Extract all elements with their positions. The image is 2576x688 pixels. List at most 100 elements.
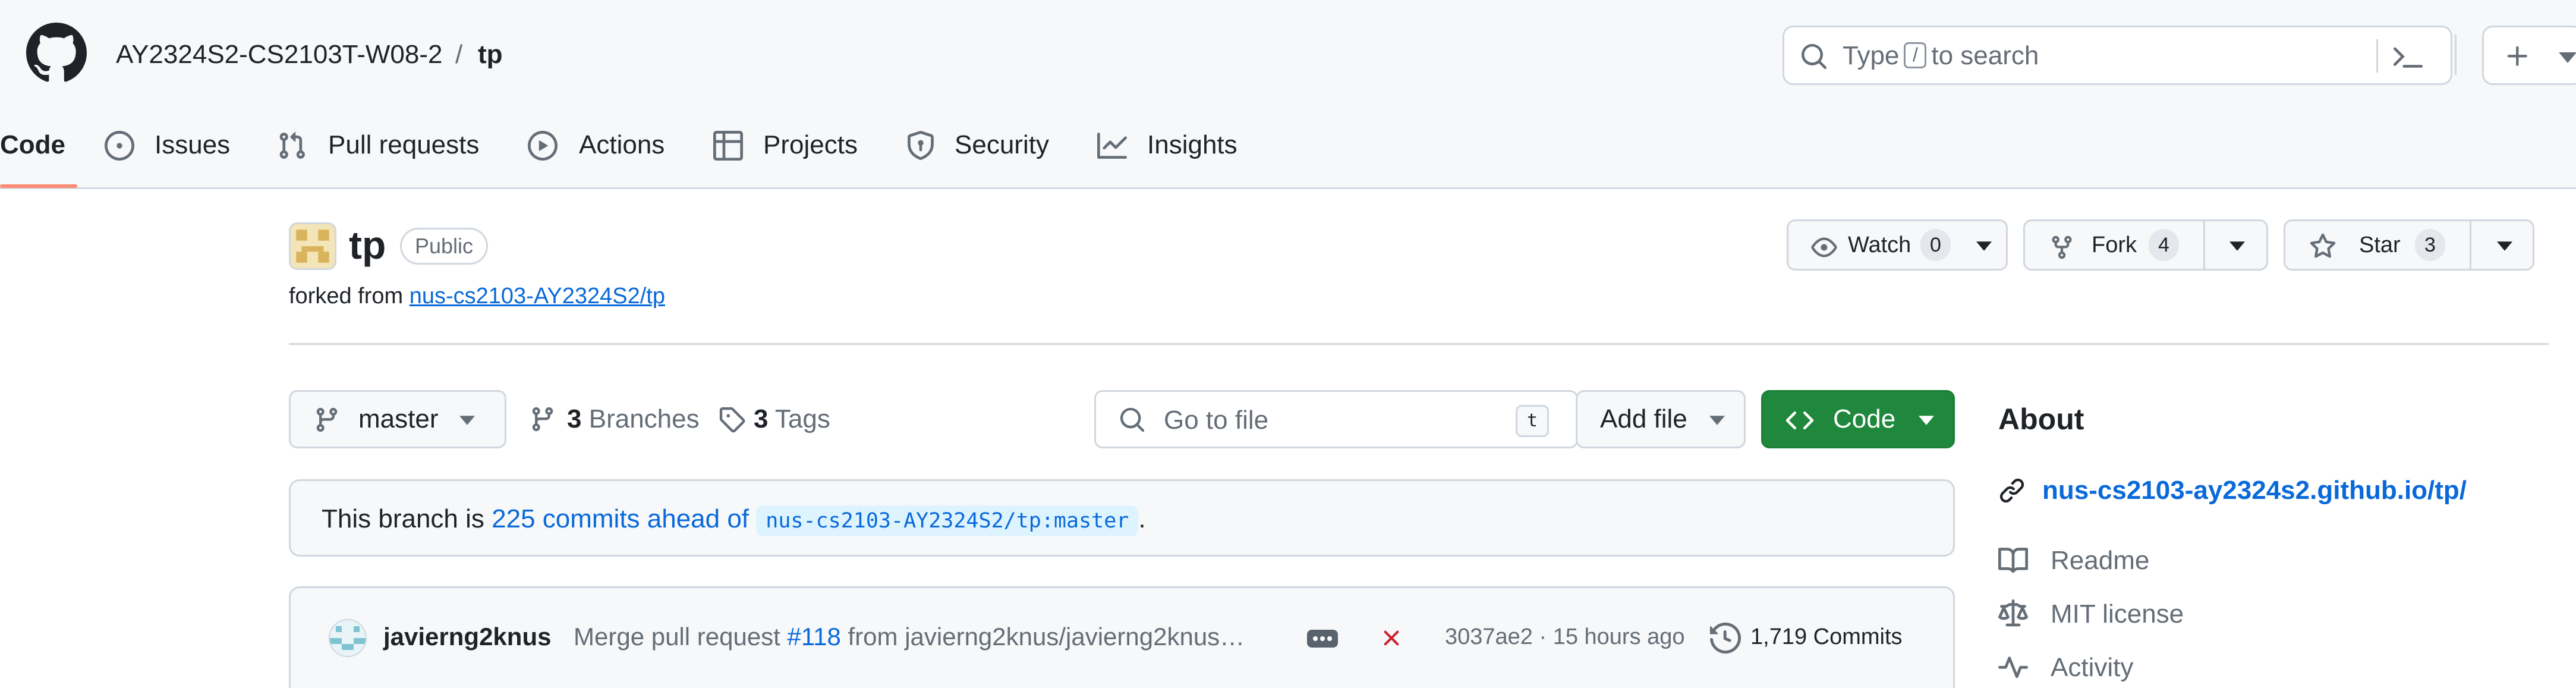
- branches-link[interactable]: 3 Branches: [529, 400, 700, 439]
- branches-count: 3: [567, 404, 582, 433]
- header-divider: [2455, 34, 2457, 75]
- visibility-badge: Public: [400, 228, 489, 265]
- tags-count: 3: [754, 404, 769, 433]
- ellipsis-icon[interactable]: [1307, 630, 1338, 648]
- history-icon: [1710, 623, 1741, 654]
- commit-sha-time[interactable]: 3037ae2 · 15 hours ago: [1445, 619, 1685, 655]
- go-to-file-input[interactable]: Go to file t: [1094, 390, 1578, 448]
- branch-ahead-banner: This branch is 225 commits ahead of nus-…: [289, 479, 1955, 557]
- fork-button-divider: [2203, 221, 2205, 269]
- tab-code[interactable]: Code: [0, 127, 65, 163]
- commits-ahead-link[interactable]: 225 commits ahead of: [492, 504, 749, 533]
- tab-insights[interactable]: Insights: [1097, 127, 1252, 163]
- tab-actions[interactable]: Actions: [528, 127, 670, 163]
- search-input[interactable]: Type / to search: [1783, 26, 2452, 85]
- star-label: Star: [2359, 233, 2401, 257]
- x-status-icon[interactable]: [1378, 625, 1404, 651]
- go-to-file-placeholder: Go to file: [1164, 406, 1269, 435]
- play-icon: [528, 131, 558, 161]
- breadcrumb-separator: /: [455, 40, 463, 69]
- shield-icon: [908, 131, 934, 160]
- triangle-down-icon[interactable]: [2229, 241, 2245, 251]
- t-key-hint: t: [1516, 405, 1549, 437]
- repo-name[interactable]: tp: [349, 220, 386, 270]
- search-placeholder-prefix: Type: [1843, 41, 1900, 70]
- graph-icon: [1097, 133, 1127, 159]
- triangle-down-icon: [1709, 416, 1725, 425]
- app-header: AY2324S2-CS2103T-W08-2 / tp Type / to sear…: [0, 0, 2576, 189]
- repo-owner-avatar[interactable]: [289, 222, 336, 270]
- branch-name: master: [358, 404, 439, 433]
- breadcrumb-repo[interactable]: tp: [478, 39, 503, 70]
- forked-from: forked from nus-cs2103-AY2324S2/tp: [289, 282, 665, 310]
- ahead-suffix: .: [1138, 504, 1146, 533]
- star-button[interactable]: Star 3: [2284, 219, 2534, 271]
- triangle-down-icon[interactable]: [2497, 241, 2512, 251]
- fork-label: Fork: [2092, 233, 2137, 257]
- homepage-link[interactable]: nus-cs2103-ay2324s2.github.io/tp/: [2042, 473, 2467, 508]
- star-button-divider: [2470, 221, 2471, 269]
- license-link[interactable]: MIT license: [2051, 597, 2184, 632]
- tab-label: Projects: [763, 130, 858, 159]
- search-icon: [1800, 42, 1828, 71]
- add-file-button[interactable]: Add file: [1576, 390, 1746, 448]
- upstream-ref[interactable]: nus-cs2103-AY2324S2/tp:master: [756, 505, 1139, 536]
- tab-projects[interactable]: Projects: [713, 127, 868, 163]
- commits-count-link[interactable]: 1,719 Commits: [1750, 619, 1903, 655]
- commit-message-suffix: from javierng2knus/javierng2knus…: [848, 623, 1245, 651]
- tags-link[interactable]: 3 Tags: [718, 400, 830, 439]
- tab-issues[interactable]: Issues: [105, 127, 235, 163]
- triangle-down-icon: [2559, 52, 2576, 63]
- issue-opened-icon: [105, 131, 134, 161]
- avatar[interactable]: [329, 619, 367, 657]
- plus-icon: [2507, 46, 2527, 66]
- git-pull-request-icon: [279, 131, 305, 159]
- pulse-icon: [1998, 656, 2028, 678]
- active-tab-indicator: [0, 184, 77, 188]
- triangle-down-icon: [1919, 416, 1934, 425]
- watch-label: Watch: [1848, 233, 1911, 257]
- commit-author[interactable]: javierng2knus: [383, 619, 551, 655]
- ahead-prefix: This branch is: [322, 504, 484, 533]
- tab-label: Code: [0, 130, 65, 159]
- watch-count: 0: [1920, 229, 1951, 261]
- code-button[interactable]: Code: [1761, 390, 1955, 448]
- about-heading: About: [1998, 403, 2084, 436]
- command-palette-icon[interactable]: [2393, 42, 2423, 71]
- link-icon: [1999, 478, 2024, 503]
- commit-message[interactable]: Merge pull request #118 from javierng2kn…: [574, 619, 1245, 655]
- code-icon: [1785, 411, 1814, 430]
- watch-button[interactable]: Watch 0: [1787, 219, 2008, 271]
- search-icon: [1120, 407, 1145, 432]
- branch-selector[interactable]: master: [289, 390, 506, 448]
- commit-pr-link[interactable]: #118: [788, 623, 841, 651]
- fork-button[interactable]: Fork 4: [2023, 219, 2268, 271]
- tab-label: Security: [955, 130, 1049, 159]
- tab-pull-requests[interactable]: Pull requests: [277, 127, 491, 163]
- search-divider: [2376, 39, 2378, 73]
- tab-label: Pull requests: [328, 130, 480, 159]
- forked-source-link[interactable]: nus-cs2103-AY2324S2/tp: [410, 284, 665, 309]
- github-logo-icon[interactable]: [26, 23, 87, 83]
- slash-key-hint: /: [1904, 42, 1927, 69]
- readme-link[interactable]: Readme: [2051, 544, 2149, 578]
- tab-security[interactable]: Security: [906, 127, 1060, 163]
- latest-commit-bar: javierng2knus Merge pull request #118 fr…: [289, 586, 1955, 688]
- add-file-label: Add file: [1600, 404, 1687, 433]
- triangle-down-icon: [459, 416, 475, 425]
- eye-icon: [1811, 237, 1837, 257]
- activity-link[interactable]: Activity: [2051, 651, 2133, 685]
- law-icon: [1998, 599, 2028, 627]
- forked-prefix: forked from: [289, 284, 404, 309]
- tab-label: Actions: [579, 130, 665, 159]
- create-new-button[interactable]: [2482, 26, 2576, 85]
- triangle-down-icon: [1976, 241, 1992, 251]
- code-button-label: Code: [1833, 404, 1896, 433]
- fork-count: 4: [2149, 229, 2179, 261]
- tag-icon: [719, 407, 745, 433]
- star-count: 3: [2415, 229, 2445, 261]
- breadcrumb-owner[interactable]: AY2324S2-CS2103T-W08-2: [116, 39, 442, 70]
- commit-message-prefix: Merge pull request: [574, 623, 780, 651]
- git-branch-icon: [532, 407, 553, 432]
- git-branch-icon: [316, 407, 338, 432]
